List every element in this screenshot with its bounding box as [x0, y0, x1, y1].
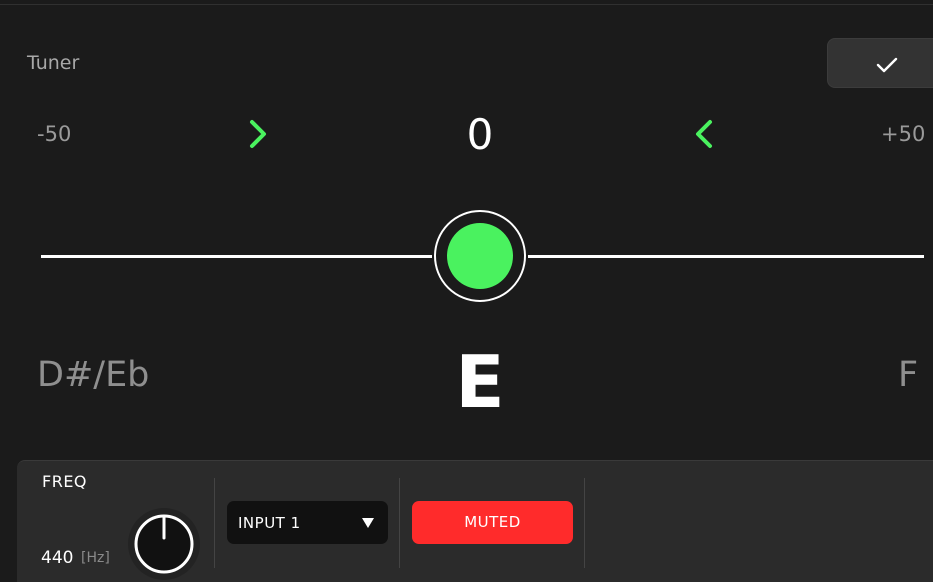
- freq-unit: [Hz]: [81, 550, 110, 566]
- freq-knob[interactable]: [127, 507, 201, 581]
- tuning-scale-right: [528, 255, 924, 258]
- next-note: F: [898, 355, 919, 395]
- tuner-screen: Tuner -50 +50 0 D#/Eb E F FREQ 440 [Hz] …: [0, 0, 933, 582]
- freq-label: FREQ: [42, 472, 88, 491]
- freq-value: 440: [41, 548, 74, 568]
- tuning-indicator-dot: [447, 223, 513, 289]
- cents-offset-readout: 0: [466, 110, 494, 159]
- top-divider: [0, 4, 933, 5]
- panel-divider: [214, 478, 215, 568]
- mute-button[interactable]: MUTED: [412, 501, 573, 544]
- previous-note: D#/Eb: [37, 355, 150, 395]
- current-note: E: [455, 340, 505, 424]
- confirm-button[interactable]: [827, 38, 933, 88]
- chevron-right-icon: [250, 120, 266, 148]
- tuning-scale-left: [41, 255, 432, 258]
- input-select[interactable]: INPUT 1: [227, 501, 388, 544]
- check-icon: [876, 57, 898, 73]
- panel-divider: [399, 478, 400, 568]
- input-select-value: INPUT 1: [238, 514, 301, 532]
- range-max-label: +50: [881, 122, 926, 146]
- caret-down-icon: [362, 518, 374, 528]
- panel-divider: [584, 478, 585, 568]
- chevron-left-icon: [696, 120, 712, 148]
- range-min-label: -50: [37, 122, 72, 146]
- tuner-title: Tuner: [27, 52, 80, 74]
